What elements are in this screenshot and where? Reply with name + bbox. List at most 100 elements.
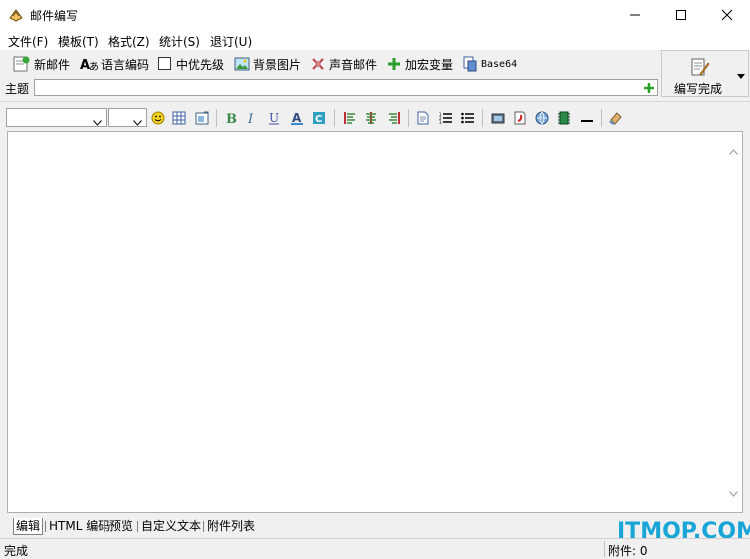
svg-text:A: A xyxy=(292,111,302,125)
sound-icon xyxy=(312,58,324,70)
background-color-icon[interactable]: C xyxy=(310,109,328,127)
close-icon xyxy=(721,9,733,21)
maximize-button[interactable] xyxy=(658,0,704,30)
status-bar: 完成 附件: 0 xyxy=(0,538,750,559)
status-divider xyxy=(604,541,605,557)
bold-icon[interactable]: B xyxy=(222,109,240,127)
edit-document-icon xyxy=(690,57,710,80)
svg-text:U: U xyxy=(269,111,279,125)
ordered-list-icon[interactable]: 123 xyxy=(437,109,455,127)
image-icon xyxy=(234,57,250,71)
toolbar-separator xyxy=(601,109,602,127)
background-image-label: 背景图片 xyxy=(253,57,302,72)
horizontal-rule-icon[interactable] xyxy=(578,109,596,127)
attachment-count: 附件: 0 xyxy=(608,544,648,558)
table-icon[interactable] xyxy=(170,109,188,127)
language-encoding-icon: A あ xyxy=(80,58,98,72)
document-icon[interactable] xyxy=(414,109,432,127)
insert-video-icon[interactable] xyxy=(555,109,573,127)
maximize-icon xyxy=(676,10,686,20)
format-toolbar: B I U A C 123 xyxy=(0,106,750,130)
menu-format[interactable]: 格式(Z) xyxy=(108,33,150,50)
tab-separator xyxy=(203,521,204,532)
add-macro-variable-button[interactable]: 加宏变量 xyxy=(386,54,453,74)
font-name-select[interactable] xyxy=(6,108,107,127)
font-color-icon[interactable]: A xyxy=(288,109,306,127)
plus-icon xyxy=(388,58,400,70)
svg-text:あ: あ xyxy=(89,61,98,72)
tab-custom-text[interactable]: 自定义文本 xyxy=(139,518,203,534)
new-mail-label: 新邮件 xyxy=(34,57,71,72)
sound-mail-button[interactable]: 声音邮件 xyxy=(310,54,377,74)
align-right-icon[interactable] xyxy=(385,109,403,127)
align-center-icon[interactable] xyxy=(362,109,380,127)
menu-bar: 文件(F) 模板(T) 格式(Z) 统计(S) 退订(U) xyxy=(0,30,750,50)
new-mail-icon xyxy=(13,56,30,72)
compose-done-button[interactable]: 编写完成 xyxy=(661,50,749,97)
menu-statistics[interactable]: 统计(S) xyxy=(159,33,200,50)
subject-add-icon[interactable] xyxy=(643,82,655,97)
subject-input[interactable] xyxy=(34,79,658,96)
toolbar-separator xyxy=(482,109,483,127)
insert-link-icon[interactable] xyxy=(533,109,551,127)
subject-label: 主题 xyxy=(5,82,30,96)
window-title: 邮件编写 xyxy=(30,9,79,23)
underline-icon[interactable]: U xyxy=(265,109,283,127)
subject-row: 主题 xyxy=(0,78,660,98)
vertical-scrollbar[interactable] xyxy=(725,132,742,512)
sound-mail-label: 声音邮件 xyxy=(329,57,378,72)
align-left-icon[interactable] xyxy=(341,109,359,127)
base64-icon xyxy=(463,56,477,72)
svg-text:B: B xyxy=(226,112,237,125)
app-icon xyxy=(8,7,24,23)
tab-preview[interactable]: 预览 xyxy=(107,518,135,534)
svg-text:3: 3 xyxy=(439,120,442,125)
insert-frame-icon[interactable] xyxy=(193,109,211,127)
checkbox-icon xyxy=(158,57,171,70)
svg-text:I: I xyxy=(247,112,254,125)
tab-attachment-list[interactable]: 附件列表 xyxy=(205,518,257,534)
tab-separator xyxy=(104,521,105,532)
scroll-down-icon[interactable] xyxy=(729,486,738,500)
close-button[interactable] xyxy=(704,0,750,30)
tab-html-code[interactable]: HTML 编码 xyxy=(47,518,112,534)
new-mail-button[interactable]: 新邮件 xyxy=(13,54,70,74)
toolbar-separator xyxy=(334,109,335,127)
toolbar-separator xyxy=(408,109,409,127)
menu-file[interactable]: 文件(F) xyxy=(8,33,48,50)
svg-text:C: C xyxy=(315,114,322,125)
chevron-down-icon xyxy=(133,115,142,129)
background-image-button[interactable]: 背景图片 xyxy=(234,54,301,74)
toolbar-divider xyxy=(0,101,750,102)
tab-edit[interactable]: 编辑 xyxy=(13,518,44,535)
menu-unsubscribe[interactable]: 退订(U) xyxy=(210,33,252,50)
italic-icon[interactable]: I xyxy=(243,109,261,127)
chevron-down-icon[interactable] xyxy=(737,69,745,83)
emoji-icon[interactable] xyxy=(149,109,167,127)
insert-image-icon[interactable] xyxy=(489,109,507,127)
base64-label: Base64 xyxy=(481,58,518,70)
base64-button[interactable]: Base64 xyxy=(462,54,517,74)
insert-flash-icon[interactable] xyxy=(511,109,529,127)
font-size-select[interactable] xyxy=(108,108,147,127)
language-encoding-label: 语言编码 xyxy=(101,57,150,72)
status-text: 完成 xyxy=(4,544,29,558)
clear-format-icon[interactable] xyxy=(607,109,625,127)
minimize-icon xyxy=(630,14,640,16)
chevron-down-icon xyxy=(93,115,102,129)
editor-area[interactable] xyxy=(7,131,743,513)
toolbar-separator xyxy=(216,109,217,127)
tab-separator xyxy=(137,521,138,532)
compose-done-label: 编写完成 xyxy=(674,82,723,96)
language-encoding-button[interactable]: A あ 语言编码 xyxy=(80,54,149,74)
tab-separator xyxy=(45,521,46,532)
menu-template[interactable]: 模板(T) xyxy=(58,33,99,50)
medium-priority-toggle[interactable]: 中优先级 xyxy=(157,54,224,74)
title-bar: 邮件编写 xyxy=(0,0,750,30)
main-toolbar: 新邮件 A あ 语言编码 中优先级 背景图片 声音邮件 加宏变量 Base64 xyxy=(0,50,660,78)
scroll-up-icon[interactable] xyxy=(729,144,738,158)
minimize-button[interactable] xyxy=(612,0,658,30)
medium-priority-label: 中优先级 xyxy=(176,57,225,72)
unordered-list-icon[interactable] xyxy=(459,109,477,127)
add-macro-variable-label: 加宏变量 xyxy=(405,57,454,72)
